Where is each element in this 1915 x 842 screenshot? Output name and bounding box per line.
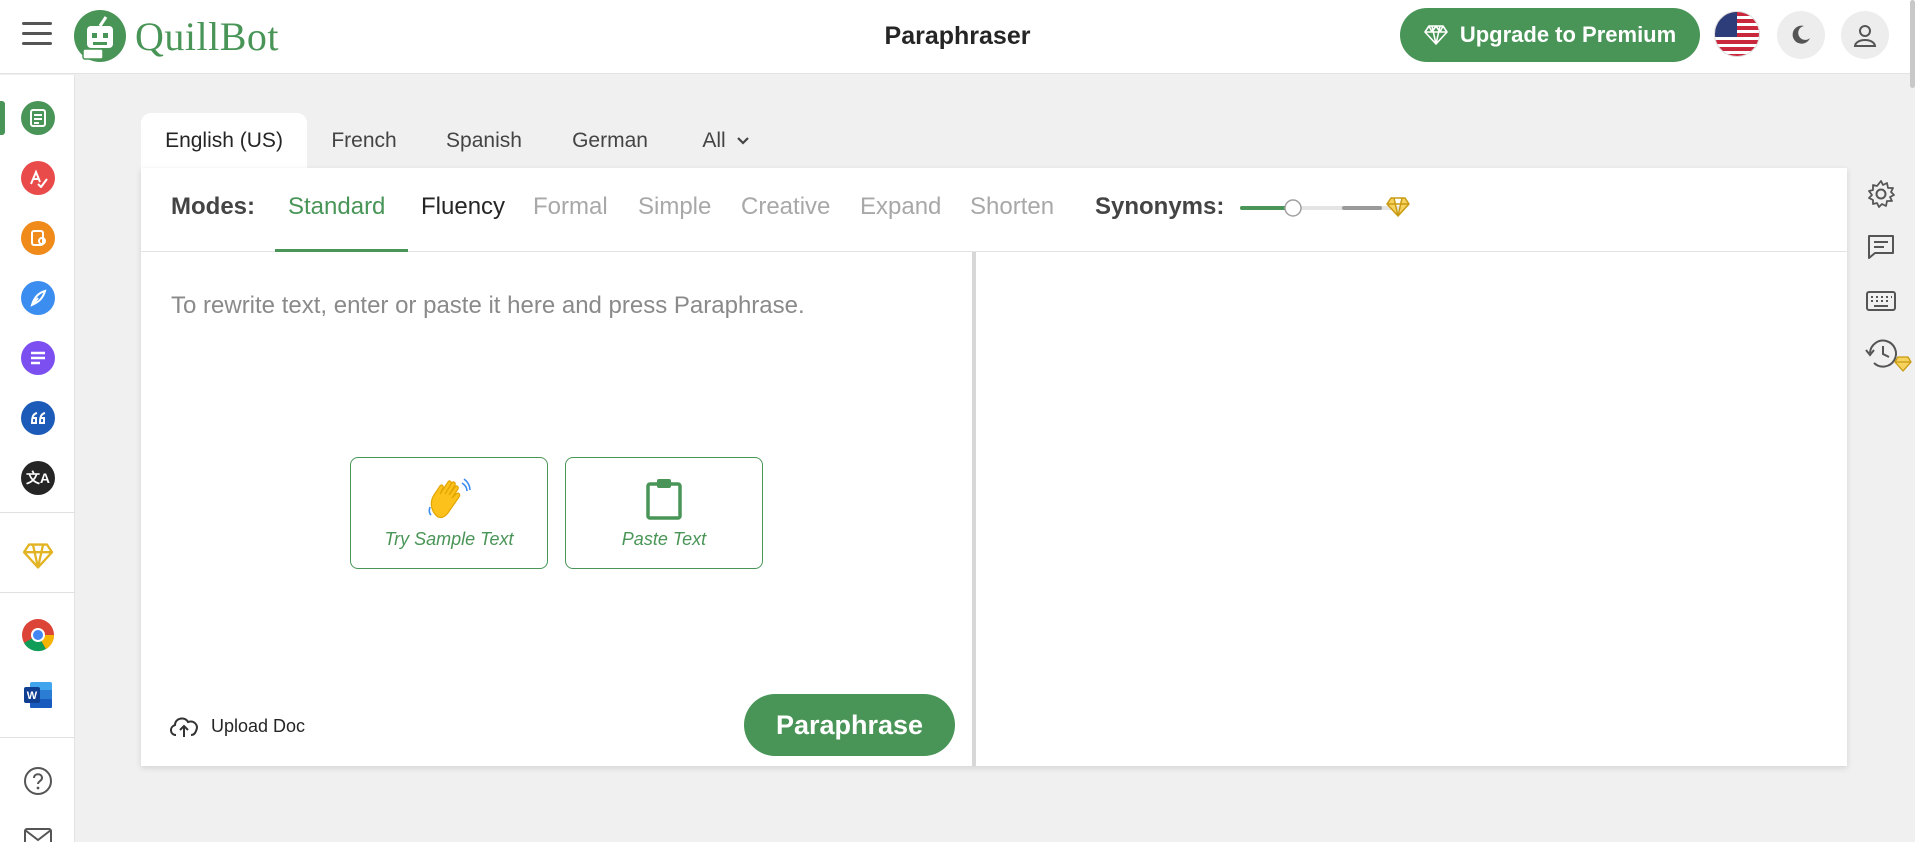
mode-creative[interactable]: Creative (741, 193, 830, 221)
upgrade-label: Upgrade to Premium (1459, 22, 1677, 47)
tab-all-label: All (702, 128, 726, 152)
clipboard-icon (646, 478, 682, 520)
sidebar-divider (0, 592, 75, 593)
top-bar: QuillBot Paraphraser Upgrade to Premium (0, 0, 1915, 74)
tab-all-languages[interactable]: All (686, 113, 766, 168)
citation-generator-icon[interactable] (21, 401, 55, 435)
paste-text-button[interactable]: Paste Text (565, 457, 763, 569)
account-user-icon[interactable] (1841, 11, 1889, 59)
page-scrollbar[interactable] (1910, 0, 1915, 88)
mode-standard[interactable]: Standard (288, 193, 385, 221)
svg-text:W: W (27, 690, 38, 702)
grammar-checker-icon[interactable] (21, 161, 55, 195)
feedback-icon[interactable] (1864, 230, 1898, 264)
upload-doc-button[interactable]: Upload Doc (167, 713, 305, 739)
synonyms-label: Synonyms: (1095, 193, 1225, 220)
cloud-upload-icon (170, 717, 198, 737)
mail-icon[interactable] (21, 821, 55, 842)
keyboard-icon[interactable] (1864, 284, 1898, 318)
tab-spanish[interactable]: Spanish (430, 113, 538, 168)
input-placeholder[interactable]: To rewrite text, enter or paste it here … (171, 292, 805, 320)
upgrade-premium-button[interactable]: Upgrade to Premium (1400, 8, 1700, 62)
us-flag-icon[interactable] (1714, 11, 1760, 57)
help-icon[interactable] (21, 764, 55, 798)
sidebar-divider (0, 737, 75, 738)
paste-text-label: Paste Text (621, 528, 707, 549)
mode-formal[interactable]: Formal (533, 193, 608, 221)
chevron-down-icon (736, 136, 749, 145)
history-icon[interactable] (1864, 338, 1912, 372)
summarizer-icon[interactable] (21, 341, 55, 375)
paraphraser-icon[interactable] (21, 101, 55, 135)
tab-english-us[interactable]: English (US) (141, 113, 307, 168)
waving-hand-icon (428, 477, 471, 518)
settings-gear-icon[interactable] (1864, 177, 1898, 211)
translator-icon[interactable]: 文A (21, 461, 55, 495)
paraphrase-button[interactable]: Paraphrase (744, 694, 955, 756)
tab-french[interactable]: French (318, 113, 410, 168)
plagiarism-checker-icon[interactable] (21, 221, 55, 255)
editor-divider[interactable] (972, 252, 976, 766)
mode-simple[interactable]: Simple (638, 193, 711, 221)
mode-shorten[interactable]: Shorten (970, 193, 1054, 221)
dark-mode-moon-icon[interactable] (1777, 11, 1825, 59)
try-sample-text-button[interactable]: Try Sample Text (350, 457, 548, 569)
upload-doc-label: Upload Doc (211, 715, 306, 736)
left-sidebar: 文A W (0, 75, 75, 842)
paraphraser-card: Modes: Standard Fluency Formal Simple Cr… (141, 168, 1847, 766)
active-mode-underline (275, 249, 408, 252)
chrome-extension-icon[interactable] (21, 618, 55, 652)
mode-expand[interactable]: Expand (860, 193, 941, 221)
mode-fluency[interactable]: Fluency (421, 193, 505, 221)
active-indicator (0, 101, 5, 135)
sidebar-divider (0, 512, 75, 513)
diamond-icon (1424, 25, 1448, 45)
premium-diamond-icon (1386, 197, 1410, 217)
tab-german[interactable]: German (558, 113, 662, 168)
co-writer-icon[interactable] (21, 281, 55, 315)
modes-label: Modes: (171, 193, 255, 220)
modes-bar: Modes: Standard Fluency Formal Simple Cr… (141, 168, 1847, 252)
try-sample-text-label: Try Sample Text (384, 528, 514, 549)
synonyms-slider[interactable] (1240, 199, 1400, 217)
word-addin-icon[interactable]: W (21, 678, 55, 712)
premium-diamond-icon[interactable] (21, 539, 55, 573)
